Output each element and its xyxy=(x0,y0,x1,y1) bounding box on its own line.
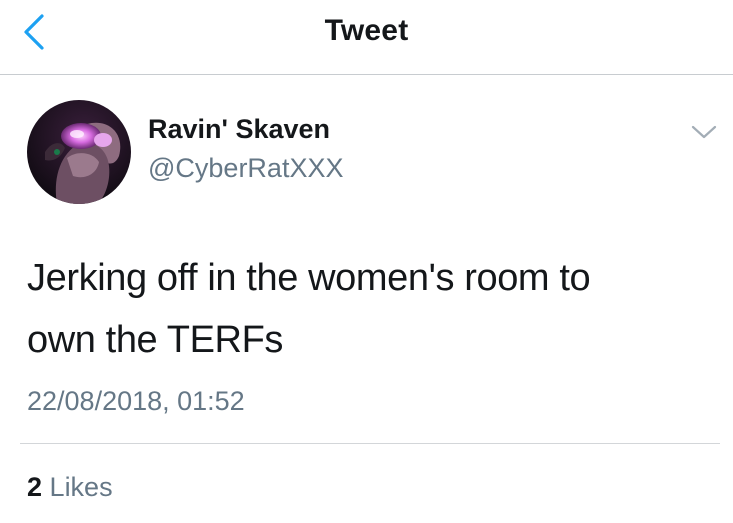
avatar[interactable] xyxy=(27,100,131,204)
more-options-button[interactable] xyxy=(688,120,720,144)
author-name[interactable]: Ravin' Skaven xyxy=(148,114,330,145)
likes-stat[interactable]: 2 Likes xyxy=(27,472,113,503)
tweet-text: Jerking off in the women's room to own t… xyxy=(27,247,717,371)
navigation-bar: Tweet xyxy=(0,0,733,75)
likes-count: 2 xyxy=(27,472,43,502)
chevron-down-icon xyxy=(691,125,717,139)
tweet-timestamp: 22/08/2018, 01:52 xyxy=(27,386,245,416)
author-handle[interactable]: @CyberRatXXX xyxy=(148,153,343,184)
likes-label: Likes xyxy=(49,472,113,502)
avatar-image xyxy=(27,100,131,204)
page-title: Tweet xyxy=(324,14,409,47)
divider xyxy=(20,443,720,444)
tweet-detail-screen: Tweet Ravin' Skaven @CyberRatXXX Jerking… xyxy=(0,0,733,523)
tweet-text-line: own the TERFs xyxy=(27,319,283,361)
tweet-text-line: Jerking off in the women's room to xyxy=(27,257,591,299)
